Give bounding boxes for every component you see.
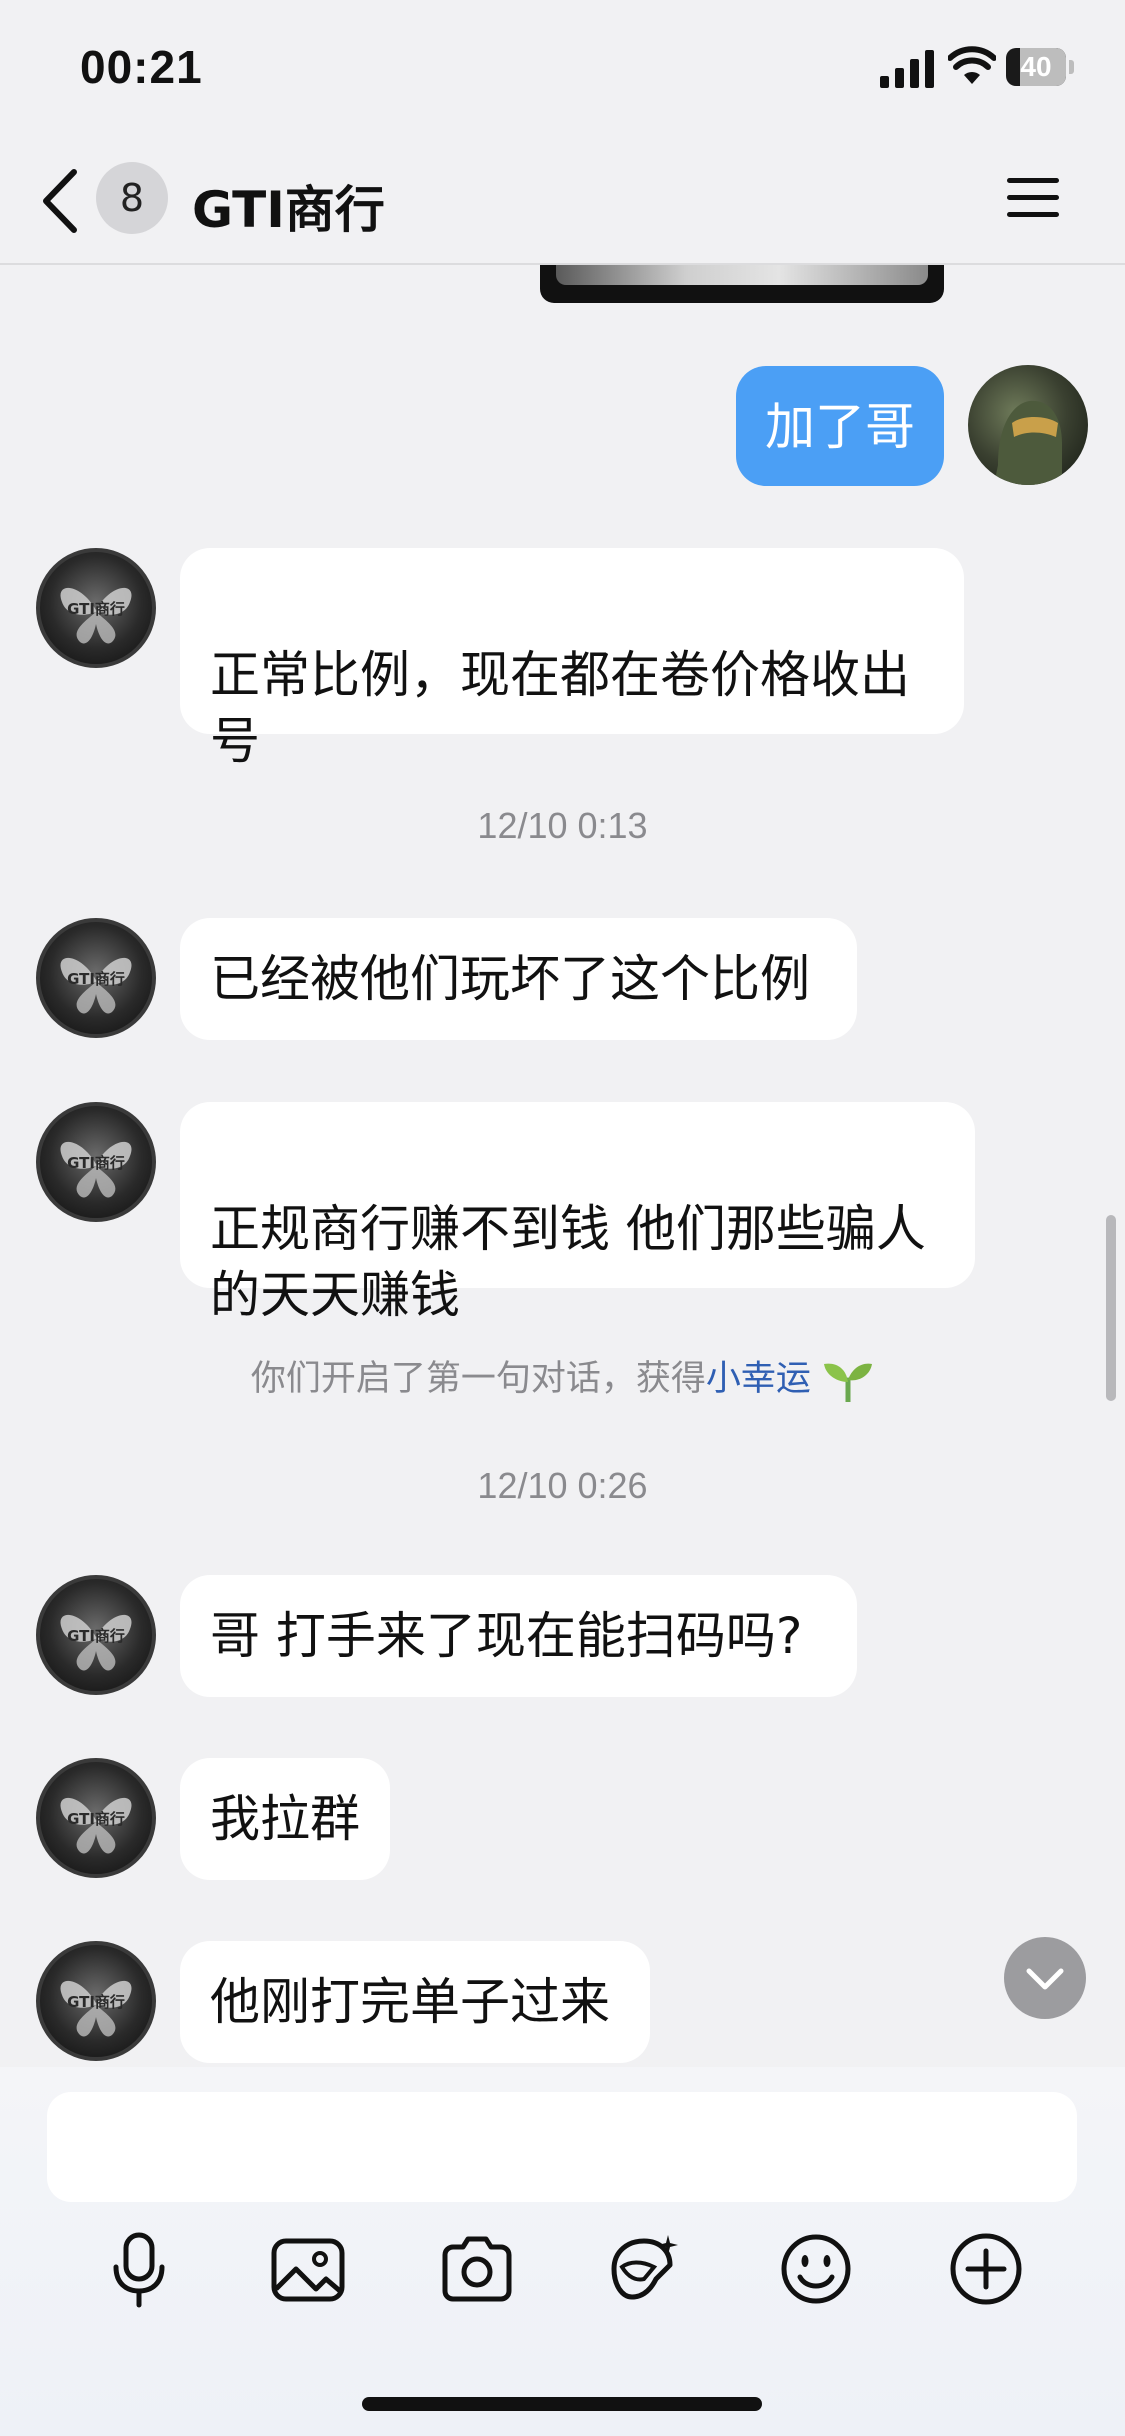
avatar-logo-text: GTI商行 — [67, 970, 125, 988]
contact-avatar[interactable]: GTI商行 — [36, 1575, 156, 1695]
contact-avatar[interactable]: GTI商行 — [36, 918, 156, 1038]
message-text: 正常比例，现在都在卷价格收出 号 — [210, 646, 910, 770]
message-text: 已经被他们玩坏了这个比例 — [210, 950, 810, 1008]
contact-message-bubble[interactable]: 正规商行赚不到钱 他们那些骗人 的天天赚钱 — [180, 1102, 975, 1324]
lucky-link[interactable]: 小幸运 — [706, 1359, 811, 1399]
avatar-logo-text: GTI商行 — [67, 600, 125, 618]
scroll-to-bottom-button[interactable] — [1004, 1937, 1086, 2019]
my-avatar[interactable] — [968, 365, 1088, 485]
message-input[interactable] — [47, 2092, 1077, 2202]
contact-avatar[interactable]: GTI商行 — [36, 1102, 156, 1222]
chat-title: GTI商行 — [192, 181, 385, 239]
battery-level-text: 40 — [1020, 51, 1052, 82]
my-message-bubble[interactable]: 加了哥 — [736, 366, 944, 486]
contact-avatar[interactable]: GTI商行 — [36, 1758, 156, 1878]
contact-message-bubble[interactable]: 他刚打完单子过来 — [180, 1941, 650, 2063]
contact-message-bubble[interactable]: 哥 打手来了现在能扫码吗? — [180, 1575, 857, 1697]
message-text: 我拉群 — [210, 1790, 360, 1848]
previous-image-message[interactable] — [540, 265, 944, 303]
microphone-icon[interactable] — [99, 2229, 179, 2309]
chat-header: 8 GTI商行 — [0, 140, 1125, 265]
chevron-down-icon — [1026, 1968, 1064, 1990]
composer — [0, 2067, 1125, 2436]
camera-icon[interactable] — [437, 2229, 517, 2309]
avatar-logo-text: GTI商行 — [67, 1993, 125, 2011]
contact-message-bubble[interactable]: 正常比例，现在都在卷价格收出 号 — [180, 548, 964, 770]
status-time: 00:21 — [80, 41, 203, 93]
sticker-icon[interactable] — [604, 2229, 684, 2309]
unread-count-badge[interactable]: 8 — [96, 162, 168, 234]
battery-icon: 40 — [1006, 48, 1076, 86]
hamburger-menu-icon[interactable] — [1005, 174, 1061, 222]
avatar-logo-text: GTI商行 — [67, 1810, 125, 1828]
contact-avatar[interactable]: GTI商行 — [36, 548, 156, 668]
cellular-signal-icon — [880, 50, 934, 88]
system-message: 你们开启了第一句对话，获得小幸运 — [0, 1350, 1125, 1402]
avatar-logo-text: GTI商行 — [67, 1627, 125, 1645]
message-text: 正规商行赚不到钱 他们那些骗人 的天天赚钱 — [210, 1200, 926, 1324]
message-text: 哥 打手来了现在能扫码吗? — [210, 1607, 803, 1665]
image-icon[interactable] — [268, 2229, 348, 2309]
message-timestamp: 12/10 0:13 — [477, 805, 648, 846]
status-bar: 00:21 40 — [0, 0, 1125, 140]
scroll-indicator[interactable] — [1106, 1215, 1116, 1401]
message-timestamp: 12/10 0:26 — [477, 1465, 648, 1506]
plus-icon[interactable] — [946, 2229, 1026, 2309]
chevron-left-icon[interactable] — [40, 168, 80, 234]
message-text: 加了哥 — [765, 398, 915, 456]
contact-avatar[interactable]: GTI商行 — [36, 1941, 156, 2061]
avatar-logo-text: GTI商行 — [67, 1154, 125, 1172]
home-indicator — [362, 2397, 762, 2411]
message-text: 他刚打完单子过来 — [210, 1973, 610, 2031]
sprout-icon — [824, 1363, 873, 1402]
contact-message-bubble[interactable]: 已经被他们玩坏了这个比例 — [180, 918, 857, 1040]
contact-message-bubble[interactable]: 我拉群 — [180, 1758, 390, 1880]
message-list[interactable]: 加了哥 GTI商行 正常比例，现在都在卷价格收出 号 12/10 0:13 GT… — [0, 265, 1125, 2067]
emoji-icon[interactable] — [776, 2229, 856, 2309]
system-message-text: 你们开启了第一句对话，获得 — [250, 1359, 706, 1399]
wifi-icon — [948, 46, 996, 84]
